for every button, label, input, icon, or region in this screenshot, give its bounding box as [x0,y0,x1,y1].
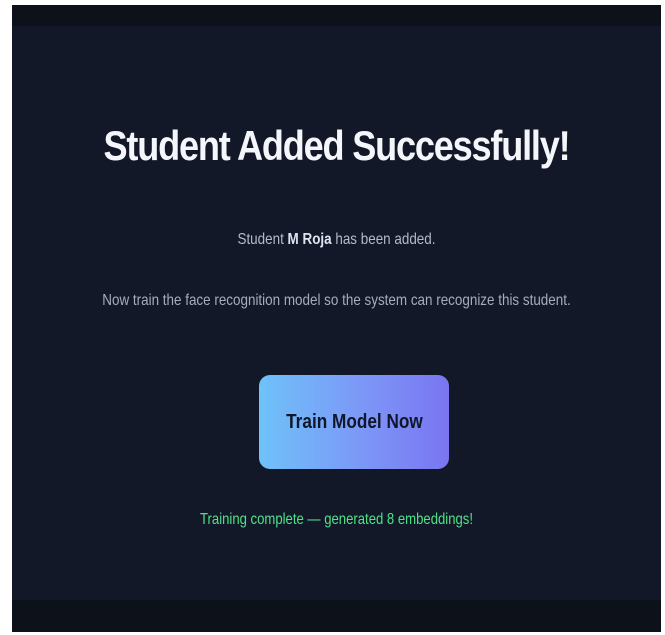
training-status-message: Training complete — generated 8 embeddin… [199,511,474,528]
train-model-button[interactable]: Train Model Now [259,375,449,469]
page-title: Student Added Successfully! [103,122,571,169]
student-name: M Roja [287,231,332,248]
train-instructions: Now train the face recognition model so … [102,292,571,309]
student-prefix-text: Student [237,231,288,248]
success-card: Student Added Successfully! Student M Ro… [12,26,661,600]
train-model-button-label: Train Model Now [285,410,423,433]
app-window: Student Added Successfully! Student M Ro… [12,5,661,632]
student-added-message: Student M Roja has been added. [64,231,609,249]
student-suffix-text: has been added. [331,231,436,248]
bottom-bar [12,600,661,632]
top-bar [12,5,661,26]
